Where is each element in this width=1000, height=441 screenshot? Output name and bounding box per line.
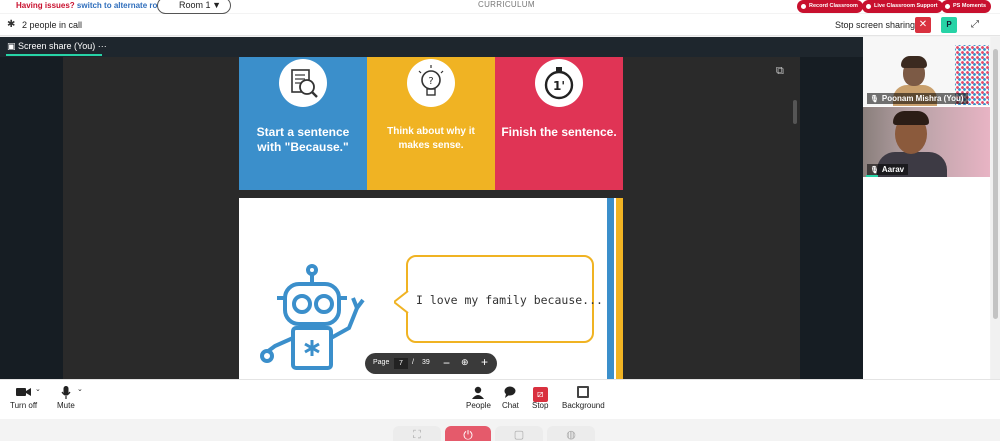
alternate-room-link[interactable]: switch to alternate room xyxy=(77,1,169,10)
call-controls: Turn off ⌄ Mute ⌄ People Chat ⧄ Stop Bac… xyxy=(0,379,1000,419)
screen-icon: ▣ xyxy=(7,41,16,51)
participant-tile-you[interactable]: 🎙 Poonam Mishra (You) xyxy=(863,37,990,106)
fullscreen-icon: ⛶ xyxy=(413,429,421,441)
mic-icon xyxy=(57,386,75,401)
stop-sharing-close-button[interactable]: ✕ xyxy=(915,17,931,33)
room-label: Room 1 xyxy=(179,0,211,10)
participant-name-tag: 🎙 Poonam Mishra (You) xyxy=(867,93,968,104)
chat-icon xyxy=(502,386,519,401)
people-label: People xyxy=(466,401,491,410)
caret-down-icon: ▼ xyxy=(212,0,221,10)
issues-notice: Having issues? switch to alternate room xyxy=(16,1,169,10)
dock-button-palette[interactable]: ◍ xyxy=(547,426,595,441)
expand-icon[interactable]: ⤢ xyxy=(967,17,983,33)
zoom-in-magnifier-icon[interactable]: ⊕ xyxy=(461,357,469,368)
ps-moments-button[interactable]: PS Moments xyxy=(941,0,992,13)
page-separator: / xyxy=(412,359,414,366)
slide-stripe-yellow xyxy=(616,198,623,379)
speech-bubble-text: I love my family because... xyxy=(416,293,603,307)
participant-hair xyxy=(893,111,929,125)
magnifier-document-icon xyxy=(279,59,327,107)
background-button[interactable]: Background xyxy=(562,386,605,410)
tab-screen-share-label: Screen share (You) xyxy=(18,41,96,51)
live-support-button[interactable]: Live Classroom Support xyxy=(862,0,943,13)
curriculum-title: CURRICULUM xyxy=(478,0,535,9)
chevron-down-icon[interactable]: ⌄ xyxy=(35,385,41,393)
camera-label: Turn off xyxy=(10,401,38,410)
user-avatar-button[interactable]: P xyxy=(941,17,957,33)
scrollbar-thumb[interactable] xyxy=(993,49,998,319)
people-icon xyxy=(466,386,491,401)
participant-name: Poonam Mishra (You) xyxy=(881,94,964,103)
plus-icon[interactable]: + xyxy=(481,355,488,369)
page-number-input[interactable]: 7 xyxy=(394,358,408,369)
people-button[interactable]: People xyxy=(466,386,491,410)
card-because: Start a sentence with "Because." xyxy=(239,57,367,190)
mic-icon: 🎙 xyxy=(870,96,879,103)
lightbulb-question-icon: ? xyxy=(407,59,455,107)
card-caption: Think about why it makes sense. xyxy=(387,126,475,151)
svg-text:1': 1' xyxy=(553,79,565,93)
dock-button-window[interactable]: ▢ xyxy=(495,426,543,441)
dock-button-power[interactable]: ⏻ xyxy=(445,426,491,441)
card-finish: 1' Finish the sentence. xyxy=(495,57,623,190)
tab-screen-share[interactable]: ▣ Screen share (You) ··· xyxy=(7,41,107,52)
chat-button[interactable]: Chat xyxy=(502,386,519,410)
mic-icon: 🎙 xyxy=(870,167,879,174)
window-icon: ▢ xyxy=(513,429,525,441)
stop-screen-sharing-label[interactable]: Stop screen sharing xyxy=(835,20,915,30)
participant-name: Aarav xyxy=(881,165,905,174)
page-label: Page xyxy=(373,359,390,366)
people-count: 2 people in call xyxy=(22,20,83,30)
issues-question: Having issues? xyxy=(16,1,75,10)
camera-toggle-button[interactable]: Turn off ⌄ xyxy=(10,386,41,410)
tab-more-icon[interactable]: ··· xyxy=(98,41,107,51)
card-think: ? Think about why it makes sense. xyxy=(367,57,495,190)
tab-strip: ▣ Screen share (You) ··· xyxy=(0,37,863,57)
chat-label: Chat xyxy=(502,401,519,410)
chevron-down-icon[interactable]: ⌄ xyxy=(77,385,83,393)
background-icon xyxy=(577,386,590,398)
stop-share-icon: ⧄ xyxy=(532,387,548,402)
power-icon: ⏻ xyxy=(463,428,473,441)
speaking-indicator xyxy=(866,175,878,177)
page-navigator: Page 7 / 39 − ⊕ + xyxy=(365,353,497,374)
zoom-out-icon[interactable]: − xyxy=(443,356,450,370)
top-strip: Having issues? switch to alternate room … xyxy=(0,0,1000,13)
gear-icon[interactable]: ✱ xyxy=(7,19,15,30)
participant-name-tag: 🎙 Aarav xyxy=(867,164,909,175)
dock-button-fullscreen[interactable]: ⛶ xyxy=(393,426,441,441)
stop-label: Stop xyxy=(532,401,549,410)
svg-text:?: ? xyxy=(428,76,433,87)
slide-stripe-blue xyxy=(607,198,614,379)
active-tab-indicator xyxy=(6,54,102,56)
popout-icon[interactable]: ⧉ xyxy=(776,65,784,78)
room-selector[interactable]: Room 1 ▼ xyxy=(157,0,231,14)
mute-button[interactable]: Mute ⌄ xyxy=(57,386,83,410)
mute-label: Mute xyxy=(57,401,75,410)
stop-share-button[interactable]: ⧄ Stop xyxy=(532,386,548,410)
record-classroom-button[interactable]: Record Classroom xyxy=(797,0,863,13)
background-label: Background xyxy=(562,401,605,410)
speech-bubble-tail xyxy=(394,291,409,313)
camera-icon xyxy=(10,386,37,401)
rail-scrollbar[interactable] xyxy=(991,37,1000,379)
participant-tile-aarav[interactable]: 🎙 Aarav xyxy=(863,107,990,177)
page-total: 39 xyxy=(422,359,430,366)
card-caption: Start a sentence with "Because." xyxy=(256,125,350,154)
slide-robot: I love my family because... xyxy=(239,198,623,379)
shared-scrollbar[interactable] xyxy=(793,100,797,124)
participant-hair xyxy=(901,56,927,68)
stopwatch-icon: 1' xyxy=(535,59,583,107)
call-header: ✱ 2 people in call Stop screen sharing ✕… xyxy=(0,14,1000,36)
card-caption: Finish the sentence. xyxy=(501,125,617,139)
palette-icon: ◍ xyxy=(566,429,576,441)
